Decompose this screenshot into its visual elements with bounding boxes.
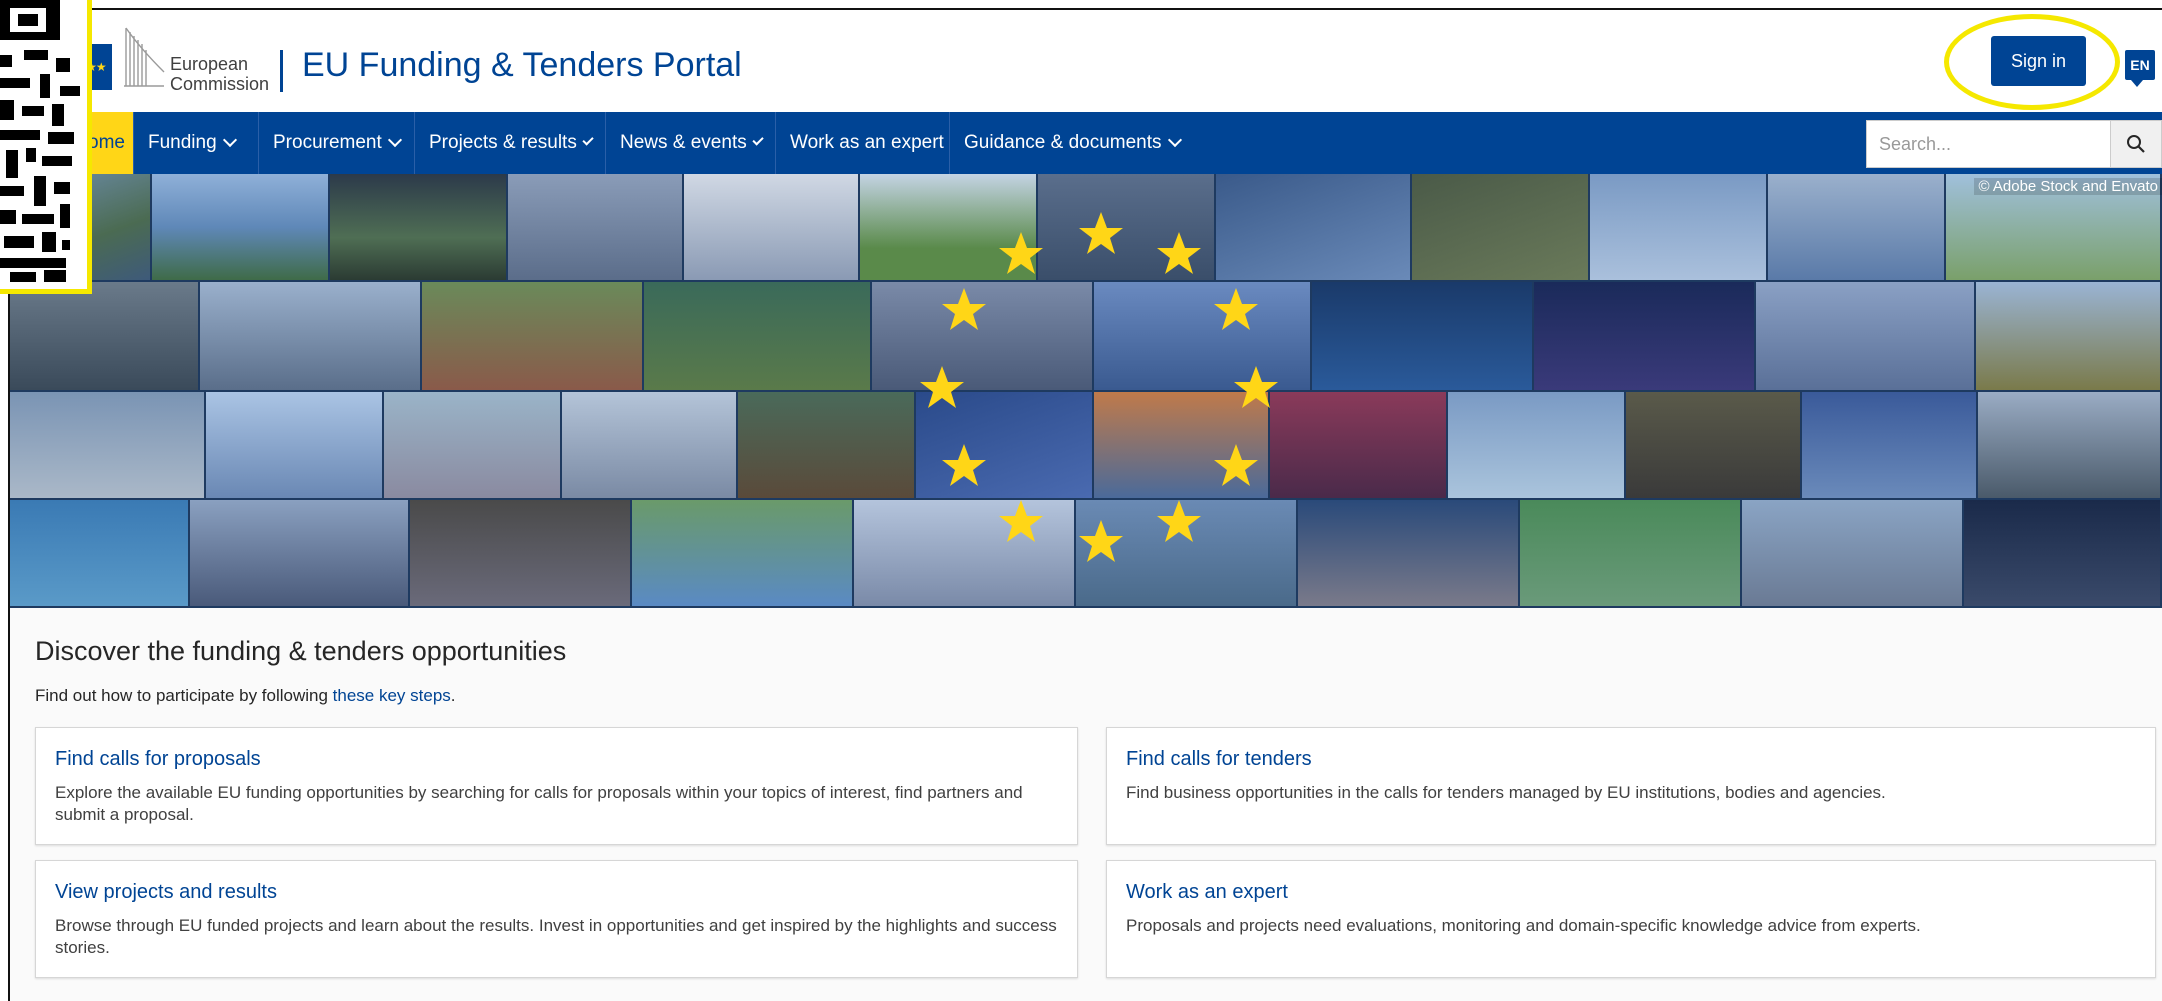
language-label: EN — [2130, 57, 2150, 73]
banner-photo — [1742, 500, 1964, 608]
banner-photo — [1964, 500, 2162, 608]
eu-star-icon — [1079, 212, 1123, 254]
main-content: Discover the funding & tenders opportuni… — [10, 608, 2162, 1001]
hero-banner-mosaic: © Adobe Stock and Envato — [10, 174, 2162, 608]
banner-photo — [200, 282, 422, 392]
eu-star-icon — [999, 232, 1043, 274]
eu-star-icon — [1214, 288, 1258, 330]
org-name[interactable]: European Commission — [170, 54, 269, 94]
nav-item-funding[interactable]: Funding — [134, 112, 259, 174]
chevron-down-icon — [752, 134, 764, 146]
card-text: Explore the available EU funding opportu… — [55, 783, 1023, 824]
section-subtitle: Find out how to participate by following… — [35, 686, 456, 706]
nav-item-label: News & events — [620, 132, 747, 153]
key-steps-link[interactable]: these key steps — [333, 686, 451, 705]
eu-star-icon — [1234, 366, 1278, 408]
card-find-calls-proposals[interactable]: Find calls for proposals Explore the ava… — [35, 727, 1078, 845]
chevron-down-icon — [387, 132, 402, 148]
language-selector-button[interactable]: EN — [2125, 50, 2155, 87]
ec-building-logo — [124, 27, 165, 87]
sign-in-button[interactable]: Sign in — [1991, 36, 2086, 86]
nav-item-guidance-documents[interactable]: Guidance & documents — [950, 112, 1196, 174]
card-text: Browse through EU funded projects and le… — [55, 916, 1057, 957]
card-title[interactable]: View projects and results — [55, 881, 277, 904]
portal-title[interactable]: EU Funding & Tenders Portal — [302, 46, 742, 85]
banner-photo — [422, 282, 644, 392]
banner-photo — [10, 282, 200, 392]
banner-photo — [1768, 174, 1946, 282]
image-credit: © Adobe Stock and Envato — [1974, 178, 2162, 195]
banner-photo — [1448, 392, 1626, 500]
nav-item-procurement[interactable]: Procurement — [259, 112, 415, 174]
eu-star-icon — [920, 366, 964, 408]
nav-item-label: Funding — [148, 132, 217, 153]
org-name-line1: European — [170, 54, 249, 74]
section-title: Discover the funding & tenders opportuni… — [35, 636, 567, 666]
chevron-down-icon — [582, 134, 594, 146]
banner-photo — [1216, 174, 1412, 282]
qr-code-icon — [0, 0, 92, 294]
banner-photo — [1270, 392, 1448, 500]
nav-item-label: Projects & results — [429, 132, 577, 153]
eu-star-icon — [942, 444, 986, 486]
banner-photo — [632, 500, 854, 608]
search-button[interactable] — [2110, 120, 2162, 168]
subtitle-suffix: . — [450, 686, 456, 705]
banner-photo — [684, 174, 860, 282]
card-text: Proposals and projects need evaluations,… — [1126, 916, 1921, 935]
banner-photo — [738, 392, 916, 500]
banner-photo — [1978, 392, 2162, 500]
banner-photo — [644, 282, 872, 392]
card-title[interactable]: Work as an expert — [1126, 881, 1288, 904]
eu-star-icon — [942, 288, 986, 330]
card-title[interactable]: Find calls for tenders — [1126, 748, 1312, 771]
banner-photo — [1756, 282, 1976, 392]
banner-photo — [1590, 174, 1768, 282]
banner-photo — [206, 392, 384, 500]
banner-photo — [190, 500, 410, 608]
banner-photo — [1412, 174, 1590, 282]
eu-star-icon — [1157, 500, 1201, 542]
banner-photo — [508, 174, 684, 282]
banner-photo — [1312, 282, 1534, 392]
chevron-down-icon — [1167, 132, 1182, 148]
banner-photo — [562, 392, 738, 500]
subtitle-text: Find out how to participate by following — [35, 686, 333, 705]
banner-photo — [410, 500, 632, 608]
card-find-calls-tenders[interactable]: Find calls for tenders Find business opp… — [1106, 727, 2156, 845]
nav-item-label: Work as an expert — [790, 132, 944, 153]
banner-photo — [1298, 500, 1520, 608]
banner-photo — [152, 174, 330, 282]
eu-star-icon — [1079, 520, 1123, 562]
card-work-as-expert[interactable]: Work as an expert Proposals and projects… — [1106, 860, 2156, 978]
search-input[interactable]: Search... — [1866, 120, 2112, 168]
chevron-down-icon — [222, 132, 237, 148]
banner-photo — [1626, 392, 1802, 500]
nav-item-label: Procurement — [273, 132, 382, 153]
banner-photo — [1976, 282, 2162, 392]
eu-star-icon — [1157, 232, 1201, 274]
nav-item-work-as-expert[interactable]: Work as an expert — [776, 112, 950, 174]
search-icon — [2127, 135, 2145, 153]
org-name-line2: Commission — [170, 74, 270, 94]
nav-item-news-events[interactable]: News & events — [606, 112, 776, 174]
nav-item-label: Guidance & documents — [964, 132, 1162, 153]
banner-photo — [1534, 282, 1756, 392]
eu-star-icon — [1214, 444, 1258, 486]
card-view-projects-results[interactable]: View projects and results Browse through… — [35, 860, 1078, 978]
eu-star-icon — [999, 500, 1043, 542]
banner-photo — [1520, 500, 1742, 608]
banner-photo — [1802, 392, 1978, 500]
main-nav: ome Funding Procurement Projects & resul… — [10, 112, 2162, 174]
card-text: Find business opportunities in the calls… — [1126, 783, 1886, 802]
banner-photo — [330, 174, 508, 282]
nav-item-label: ome — [88, 132, 125, 153]
logo-divider — [280, 50, 283, 92]
banner-photo — [384, 392, 562, 500]
card-title[interactable]: Find calls for proposals — [55, 748, 261, 771]
banner-photo — [10, 392, 206, 500]
nav-item-projects-results[interactable]: Projects & results — [415, 112, 606, 174]
banner-photo — [10, 500, 190, 608]
search-placeholder: Search... — [1879, 133, 1952, 154]
